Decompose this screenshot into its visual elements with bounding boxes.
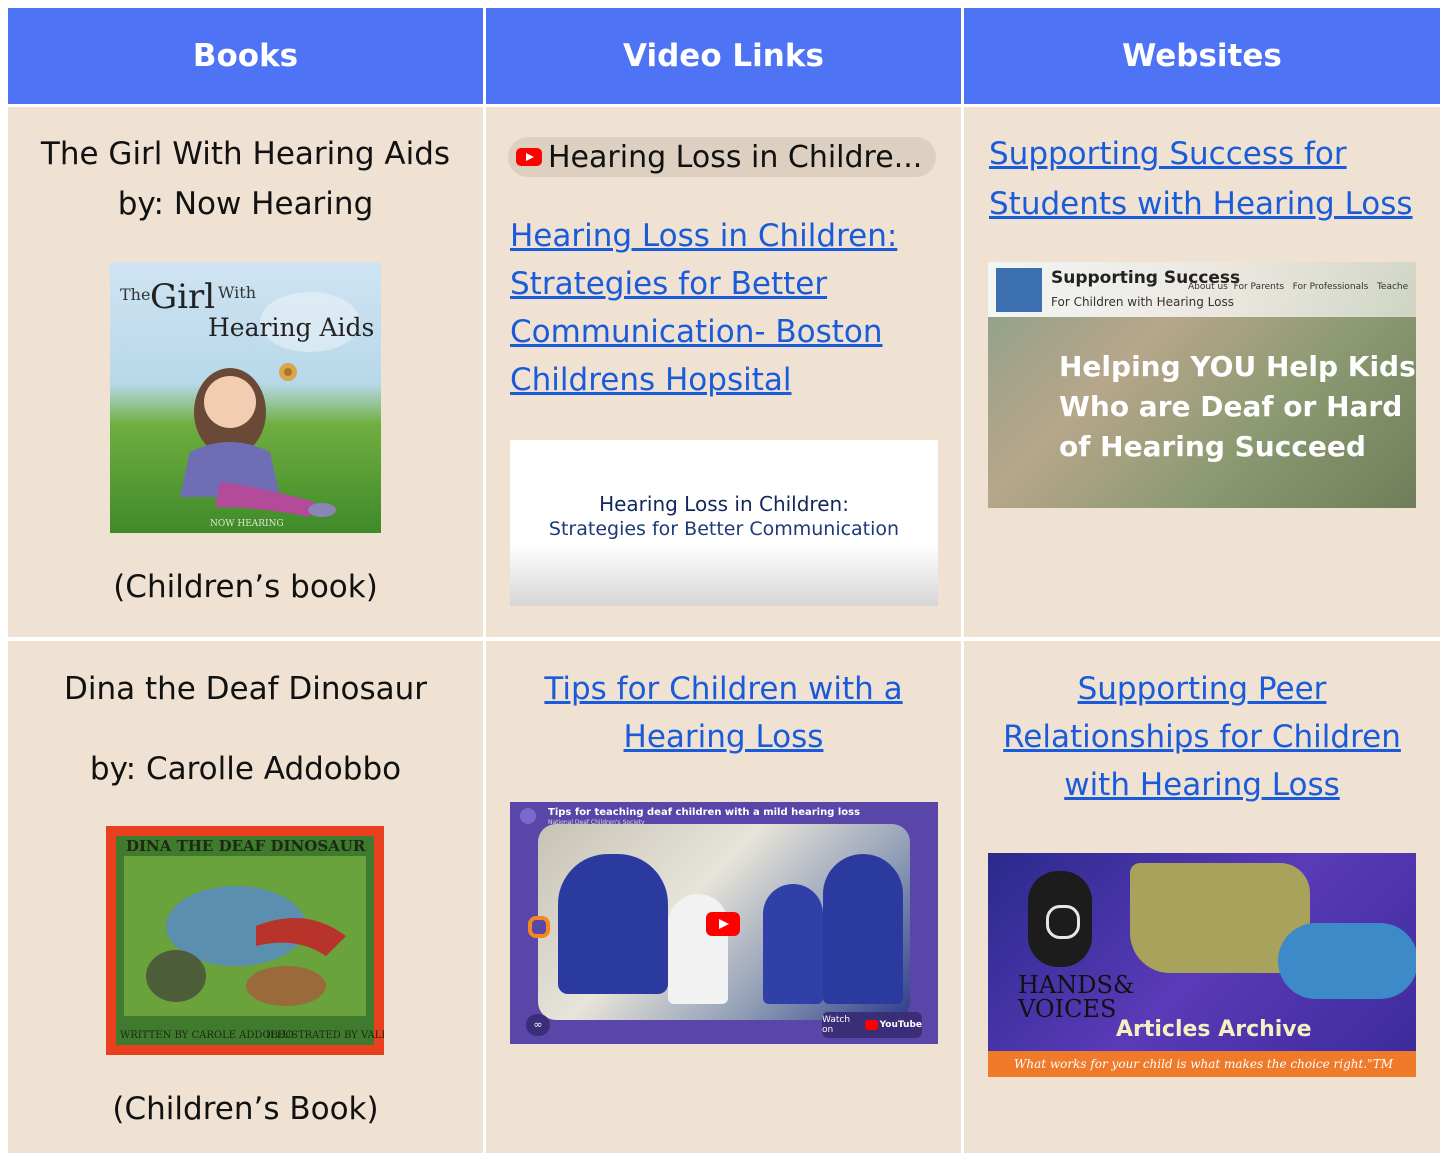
book-author: by: Now Hearing (117, 186, 374, 222)
website-link[interactable]: Supporting Peer Relationships for Childr… (964, 665, 1440, 809)
row2-video-cell: Tips for Children with a Hearing Loss Ti… (486, 641, 961, 1153)
shot-headline: Helping YOU Help Kids Who are Deaf or Ha… (1059, 350, 1416, 463)
shot-tagline: For Children with Hearing Loss (1051, 295, 1234, 309)
cover-hearing-aids: Hearing Aids (208, 313, 374, 342)
header-books: Books (8, 8, 483, 104)
website-link-line[interactable]: Supporting Peer (964, 665, 1440, 713)
embed-channel: National Deaf Children's Society (548, 819, 645, 826)
website-link-line[interactable]: Supporting Success for (989, 129, 1429, 179)
play-button-icon[interactable] (706, 912, 740, 936)
video-link[interactable]: Hearing Loss in Children: Strategies for… (510, 212, 950, 404)
book-type: (Children’s Book) (112, 1091, 379, 1127)
embed-title: Tips for teaching deaf children with a m… (548, 807, 861, 818)
website-link-line[interactable]: with Hearing Loss (964, 761, 1440, 809)
row2-book-cell: Dina the Deaf Dinosaur by: Carolle Addob… (8, 641, 483, 1153)
website-link-line[interactable]: Relationships for Children (964, 713, 1440, 761)
book-type: (Children’s book) (113, 569, 378, 605)
book-cover-dina-the-deaf-dinosaur: DINA THE DEAF DINOSAUR WRITTEN BY CAROLE… (106, 826, 384, 1055)
archive-title: Articles Archive (1116, 1017, 1312, 1042)
orange-ring-icon (528, 916, 550, 938)
video-thumbnail[interactable]: Hearing Loss in Children: Strategies for… (510, 440, 938, 606)
video-link[interactable]: Tips for Children with a Hearing Loss (486, 665, 961, 761)
video-chip[interactable]: Hearing Loss in Childre... (508, 137, 936, 177)
row2-website-cell: Supporting Peer Relationships for Childr… (964, 641, 1440, 1153)
video-link-line[interactable]: Strategies for Better (510, 260, 950, 308)
cover-the: The (120, 285, 150, 304)
website-link[interactable]: Supporting Success for Students with Hea… (989, 129, 1429, 229)
watch-on-youtube-button[interactable]: Watch on YouTube (822, 1012, 922, 1038)
youtube-brand: YouTube (879, 1020, 922, 1030)
shot-nav: About us For Parents For Professionals T… (1188, 282, 1409, 292)
video-chip-title: Hearing Loss in Childre... (548, 139, 923, 175)
youtube-icon (516, 148, 542, 166)
website-screenshot[interactable]: Supporting Success For Children with Hea… (988, 262, 1416, 508)
dina-cover-illustrator: ILLUSTRATED BY VALENTINE (266, 1030, 384, 1041)
header-video-links: Video Links (486, 8, 961, 104)
book-title: Dina the Deaf Dinosaur (63, 671, 428, 707)
book-title: The Girl With Hearing Aids (40, 136, 451, 172)
link-icon[interactable]: ∞ (526, 1014, 550, 1036)
video-link-line[interactable]: Hearing Loss in Children: (510, 212, 950, 260)
cover-publisher: NOW HEARING (210, 519, 284, 529)
world-map-icon (1278, 923, 1416, 999)
supporting-success-logo-icon (996, 268, 1042, 312)
watch-on-label: Watch on (822, 1015, 851, 1035)
video-link-line[interactable]: Tips for Children with a (486, 665, 961, 713)
row1-book-cell: The Girl With Hearing Aids by: Now Heari… (8, 107, 483, 637)
youtube-embed[interactable]: Tips for teaching deaf children with a m… (510, 802, 938, 1044)
archive-tagline: What works for your child is what makes … (988, 1051, 1416, 1077)
video-link-line[interactable]: Hearing Loss (486, 713, 961, 761)
thumb-subtitle: Strategies for Better Communication (548, 518, 900, 540)
video-link-line[interactable]: Communication- Boston (510, 308, 950, 356)
video-link-line[interactable]: Childrens Hopsital (510, 356, 950, 404)
hands-and-voices-banner[interactable]: HANDS& VOICES Articles Archive What work… (988, 853, 1416, 1077)
website-link-line[interactable]: Students with Hearing Loss (989, 179, 1429, 229)
youtube-icon (864, 1020, 878, 1030)
hands-voices-logo-text: HANDS& VOICES (1018, 971, 1135, 1023)
row1-video-cell: Hearing Loss in Childre... Hearing Loss … (486, 107, 961, 637)
row1-website-cell: Supporting Success for Students with Hea… (964, 107, 1440, 637)
header-websites: Websites (964, 8, 1440, 104)
cover-with: With (218, 283, 256, 302)
channel-avatar-icon (520, 808, 536, 824)
hand-logo-icon (1028, 871, 1092, 967)
cover-girl: Girl (150, 277, 215, 317)
book-author: by: Carolle Addobbo (89, 751, 402, 787)
thumb-title: Hearing Loss in Children: (599, 492, 849, 516)
dina-cover-title: DINA THE DEAF DINOSAUR (126, 837, 366, 855)
book-cover-girl-with-hearing-aids: The Girl With Hearing Aids NOW HEARING (110, 262, 381, 533)
